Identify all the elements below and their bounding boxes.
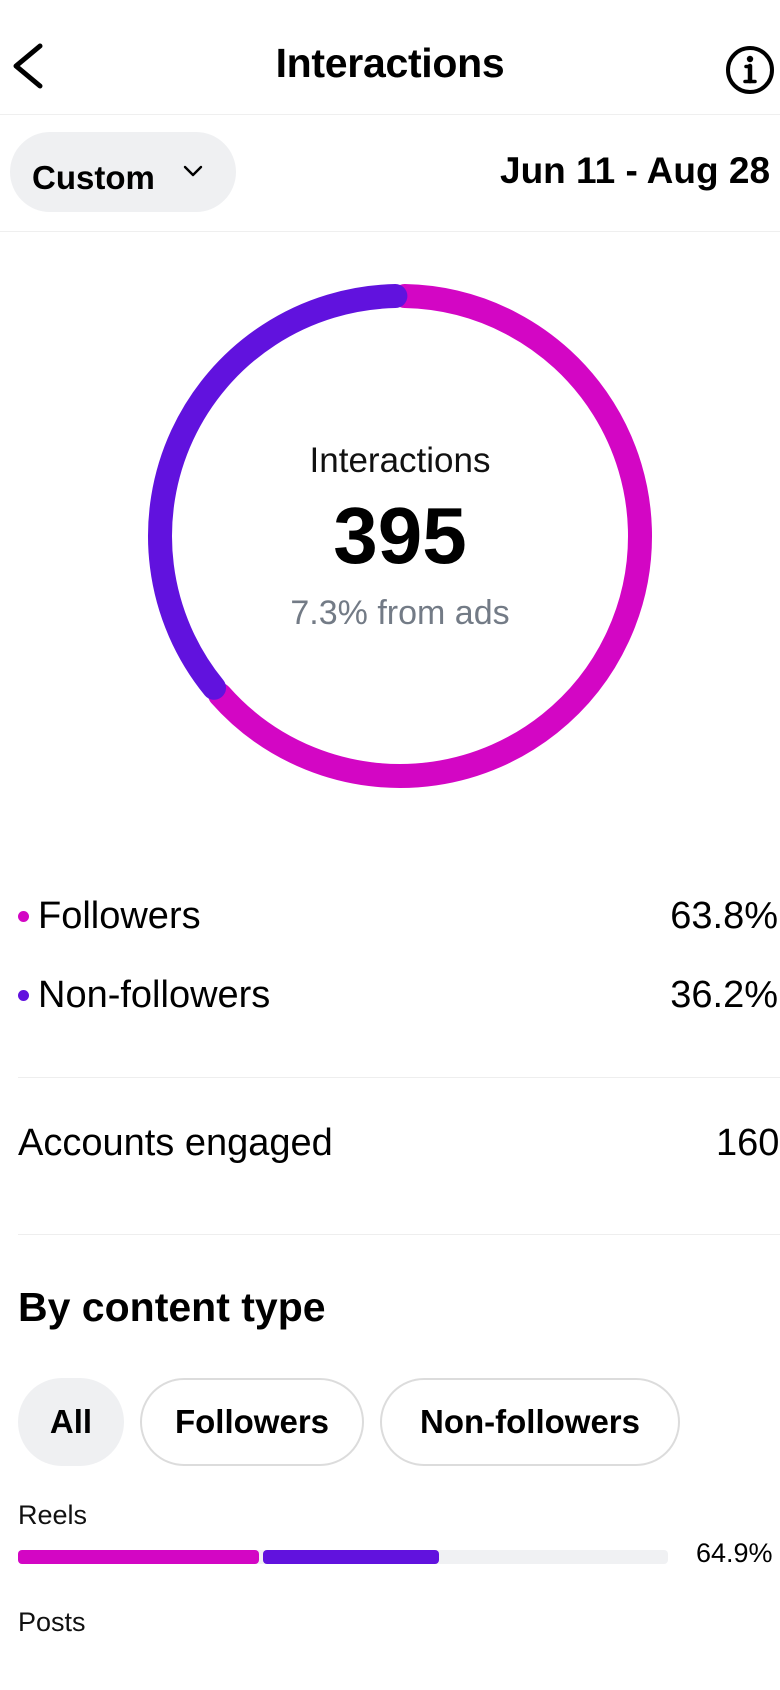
- accounts-engaged-value: 160: [716, 1122, 780, 1164]
- chip-all[interactable]: All: [18, 1378, 124, 1466]
- date-range[interactable]: Jun 11 - Aug 28: [500, 150, 770, 192]
- info-icon[interactable]: [724, 44, 776, 96]
- legend-label-non-followers: Non-followers: [38, 974, 271, 1016]
- content-row-label-posts: Posts: [18, 1607, 86, 1637]
- ads-share-text: 7.3% from ads: [290, 594, 510, 632]
- legend-percent-non-followers: 36.2%: [670, 974, 778, 1016]
- reels-bar-non-followers: [263, 1550, 439, 1564]
- legend-label-followers: Followers: [38, 895, 201, 937]
- followers-dot-icon: [18, 911, 29, 922]
- content-row-percent-reels: 64.9%: [696, 1538, 773, 1568]
- chip-followers[interactable]: Followers: [140, 1378, 364, 1466]
- legend-row-followers: Followers 63.8%: [18, 891, 780, 941]
- chevron-down-icon: [183, 165, 203, 177]
- reels-bar-followers: [18, 1550, 260, 1564]
- divider: [18, 1077, 780, 1078]
- section-title-content-type: By content type: [18, 1284, 326, 1330]
- page-title: Interactions: [275, 40, 505, 86]
- content-row-label-reels: Reels: [18, 1500, 88, 1530]
- non-followers-dot-icon: [18, 990, 29, 1001]
- legend-percent-followers: 63.8%: [670, 895, 778, 937]
- donut-center-value: 395: [333, 491, 467, 580]
- divider: [18, 1234, 780, 1235]
- donut-center-label: Interactions: [309, 441, 491, 480]
- top-bar: Interactions: [0, 0, 780, 115]
- accounts-engaged-label: Accounts engaged: [18, 1122, 333, 1164]
- period-dropdown-label: Custom: [32, 159, 155, 195]
- legend-row-non-followers: Non-followers 36.2%: [18, 970, 780, 1020]
- chip-non-followers[interactable]: Non-followers: [380, 1378, 680, 1466]
